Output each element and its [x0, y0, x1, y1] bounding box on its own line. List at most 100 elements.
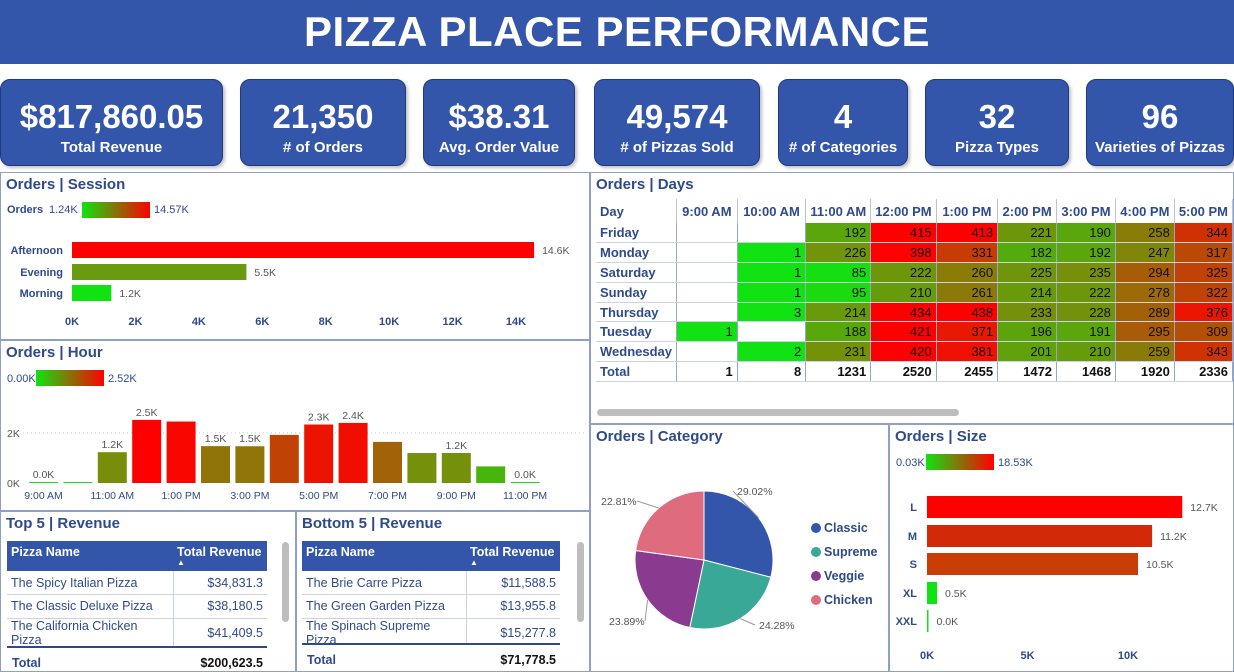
kpi-label: Varieties of Pizzas: [1094, 139, 1226, 156]
day-cell: Sunday: [596, 282, 678, 303]
column-header-day[interactable]: Day: [596, 199, 678, 223]
heat-cell: 191: [1056, 321, 1116, 343]
legend-item-chicken[interactable]: Chicken: [811, 588, 878, 612]
column-header-hour[interactable]: 2:00 PM: [997, 199, 1058, 223]
kpi-label: # of Pizzas Sold: [620, 139, 734, 156]
data-label: 29.02%: [737, 486, 773, 498]
column-header-total-revenue[interactable]: Total Revenue ▲: [466, 541, 560, 571]
x-tick-label: 12K: [442, 316, 462, 328]
legend-dot-icon: [811, 523, 821, 533]
heat-cell: 210: [1056, 341, 1116, 363]
table-row[interactable]: Thursday 3 214 434 438 233 228 289 376: [596, 302, 1233, 323]
kpi-card-categories: 4 # of Categories: [778, 79, 908, 166]
kpi-card-avg-order-value: $38.31 Avg. Order Value: [423, 79, 575, 166]
heat-cell: 214: [805, 302, 872, 323]
legend-label: Veggie: [824, 569, 865, 583]
column-header-hour[interactable]: 5:00 PM: [1174, 199, 1233, 223]
heat-cell: 258: [1115, 223, 1175, 244]
heat-cell: 196: [997, 321, 1058, 343]
table-row[interactable]: The Brie Carre Pizza $11,588.5: [302, 571, 560, 595]
table-row[interactable]: Wednesday 2 231 420 381 201 210 259 343: [596, 341, 1233, 363]
horizontal-scrollbar[interactable]: [597, 409, 959, 416]
data-label: 14.6K: [542, 245, 569, 257]
bar: [927, 553, 1139, 575]
legend-item-veggie[interactable]: Veggie: [811, 564, 878, 588]
x-tick-label: 1:00 PM: [162, 490, 201, 502]
category-pie-chart: 29.02% 24.28% 23.89% 22.81%: [601, 486, 795, 632]
table-row[interactable]: The California Chicken Pizza $41,409.5: [7, 618, 267, 648]
column-header-hour[interactable]: 12:00 PM: [870, 199, 937, 223]
data-label: 24.28%: [759, 620, 795, 632]
column-header-pizza-name[interactable]: Pizza Name: [302, 541, 466, 571]
orders-days-panel: Orders | Days Day 9:00 AM 10:00 AM 11:00 AM…: [590, 172, 1234, 424]
total-label: Total: [307, 653, 336, 667]
bar: [29, 482, 58, 483]
orders-hour-panel: Orders | Hour 0.00K 2.52K 2K 0K 0.0K 1.2K 2.…: [0, 340, 590, 511]
panel-title: Bottom 5 | Revenue: [302, 515, 443, 532]
table-row[interactable]: Friday 192 415 413 221 190 258 344: [596, 223, 1233, 244]
bar: [72, 242, 535, 258]
heat-cell: [737, 321, 807, 343]
legend-item-classic[interactable]: Classic: [811, 516, 878, 540]
data-label: 1.2K: [101, 439, 123, 451]
legend-min: 0.00K: [7, 373, 36, 385]
data-label: 23.89%: [609, 616, 645, 628]
column-header-hour[interactable]: 10:00 AM: [737, 199, 807, 223]
column-header-label: Total Revenue: [177, 545, 262, 559]
x-tick-label: 2K: [128, 316, 142, 328]
table-header-row: Pizza Name Total Revenue ▲: [302, 541, 560, 571]
legend-max: 14.57K: [154, 204, 189, 216]
column-header-hour[interactable]: 3:00 PM: [1056, 199, 1116, 223]
column-header-pizza-name[interactable]: Pizza Name: [7, 541, 173, 571]
bar: [510, 482, 540, 483]
column-header-hour[interactable]: 11:00 AM: [805, 199, 872, 223]
column-header-hour[interactable]: 4:00 PM: [1115, 199, 1175, 223]
legend-dot-icon: [811, 595, 821, 605]
heat-cell: 309: [1174, 321, 1233, 343]
legend-item-supreme[interactable]: Supreme: [811, 540, 878, 564]
pizza-name-cell: The California Chicken Pizza: [7, 618, 174, 648]
panel-title: Orders | Size: [895, 428, 987, 445]
data-label: 2.3K: [308, 412, 330, 424]
legend-label: Classic: [824, 521, 868, 535]
bar: [235, 446, 265, 483]
day-cell: Monday: [596, 242, 678, 264]
bar: [476, 466, 506, 483]
column-header-hour[interactable]: 9:00 AM: [676, 199, 738, 223]
table-row[interactable]: Sunday 1 95 210 261 214 222 278 322: [596, 282, 1233, 303]
table-row[interactable]: The Classic Deluxe Pizza $38,180.5: [7, 594, 267, 619]
table-row[interactable]: The Spicy Italian Pizza $34,831.3: [7, 571, 267, 595]
total-cell: 2455: [936, 361, 999, 382]
kpi-value: 49,574: [626, 98, 728, 135]
gradient-legend: [82, 202, 150, 218]
panel-title: Orders | Session: [6, 176, 126, 193]
vertical-scrollbar[interactable]: [282, 542, 289, 622]
table-row[interactable]: Tuesday 1 188 421 371 196 191 295 309: [596, 321, 1233, 343]
day-cell: Tuesday: [596, 321, 678, 343]
table-row[interactable]: Saturday 1 85 222 260 225 235 294 325: [596, 262, 1233, 283]
heat-cell: 438: [936, 302, 999, 323]
category-label: S: [910, 559, 917, 571]
table-row[interactable]: Monday 1 226 398 331 182 192 247 317: [596, 242, 1233, 264]
legend-min: 1.24K: [49, 204, 78, 216]
panel-title: Orders | Days: [596, 176, 694, 193]
x-tick-label: 9:00 PM: [437, 490, 476, 502]
heat-cell: 259: [1115, 341, 1175, 363]
heat-cell: 233: [997, 302, 1058, 323]
top5-revenue-panel: Top 5 | Revenue Pizza Name Total Revenue…: [0, 511, 296, 672]
y-tick-label: 2K: [7, 428, 20, 440]
x-tick-label: 10K: [379, 316, 399, 328]
column-header-total-revenue[interactable]: Total Revenue ▲: [173, 541, 267, 571]
data-label: 1.2K: [119, 288, 141, 300]
revenue-cell: $34,831.3: [173, 571, 267, 595]
kpi-label: Total Revenue: [60, 139, 163, 156]
total-cell: 1231: [805, 361, 872, 382]
column-header-hour[interactable]: 1:00 PM: [936, 199, 999, 223]
bar: [927, 610, 929, 632]
legend-label: Supreme: [824, 545, 878, 559]
heat-cell: 1: [737, 262, 807, 283]
legend-max: 18.53K: [998, 457, 1033, 469]
vertical-scrollbar[interactable]: [577, 542, 584, 622]
kpi-card-varieties: 96 Varieties of Pizzas: [1086, 79, 1234, 166]
table-row[interactable]: The Green Garden Pizza $13,955.8: [302, 594, 560, 619]
